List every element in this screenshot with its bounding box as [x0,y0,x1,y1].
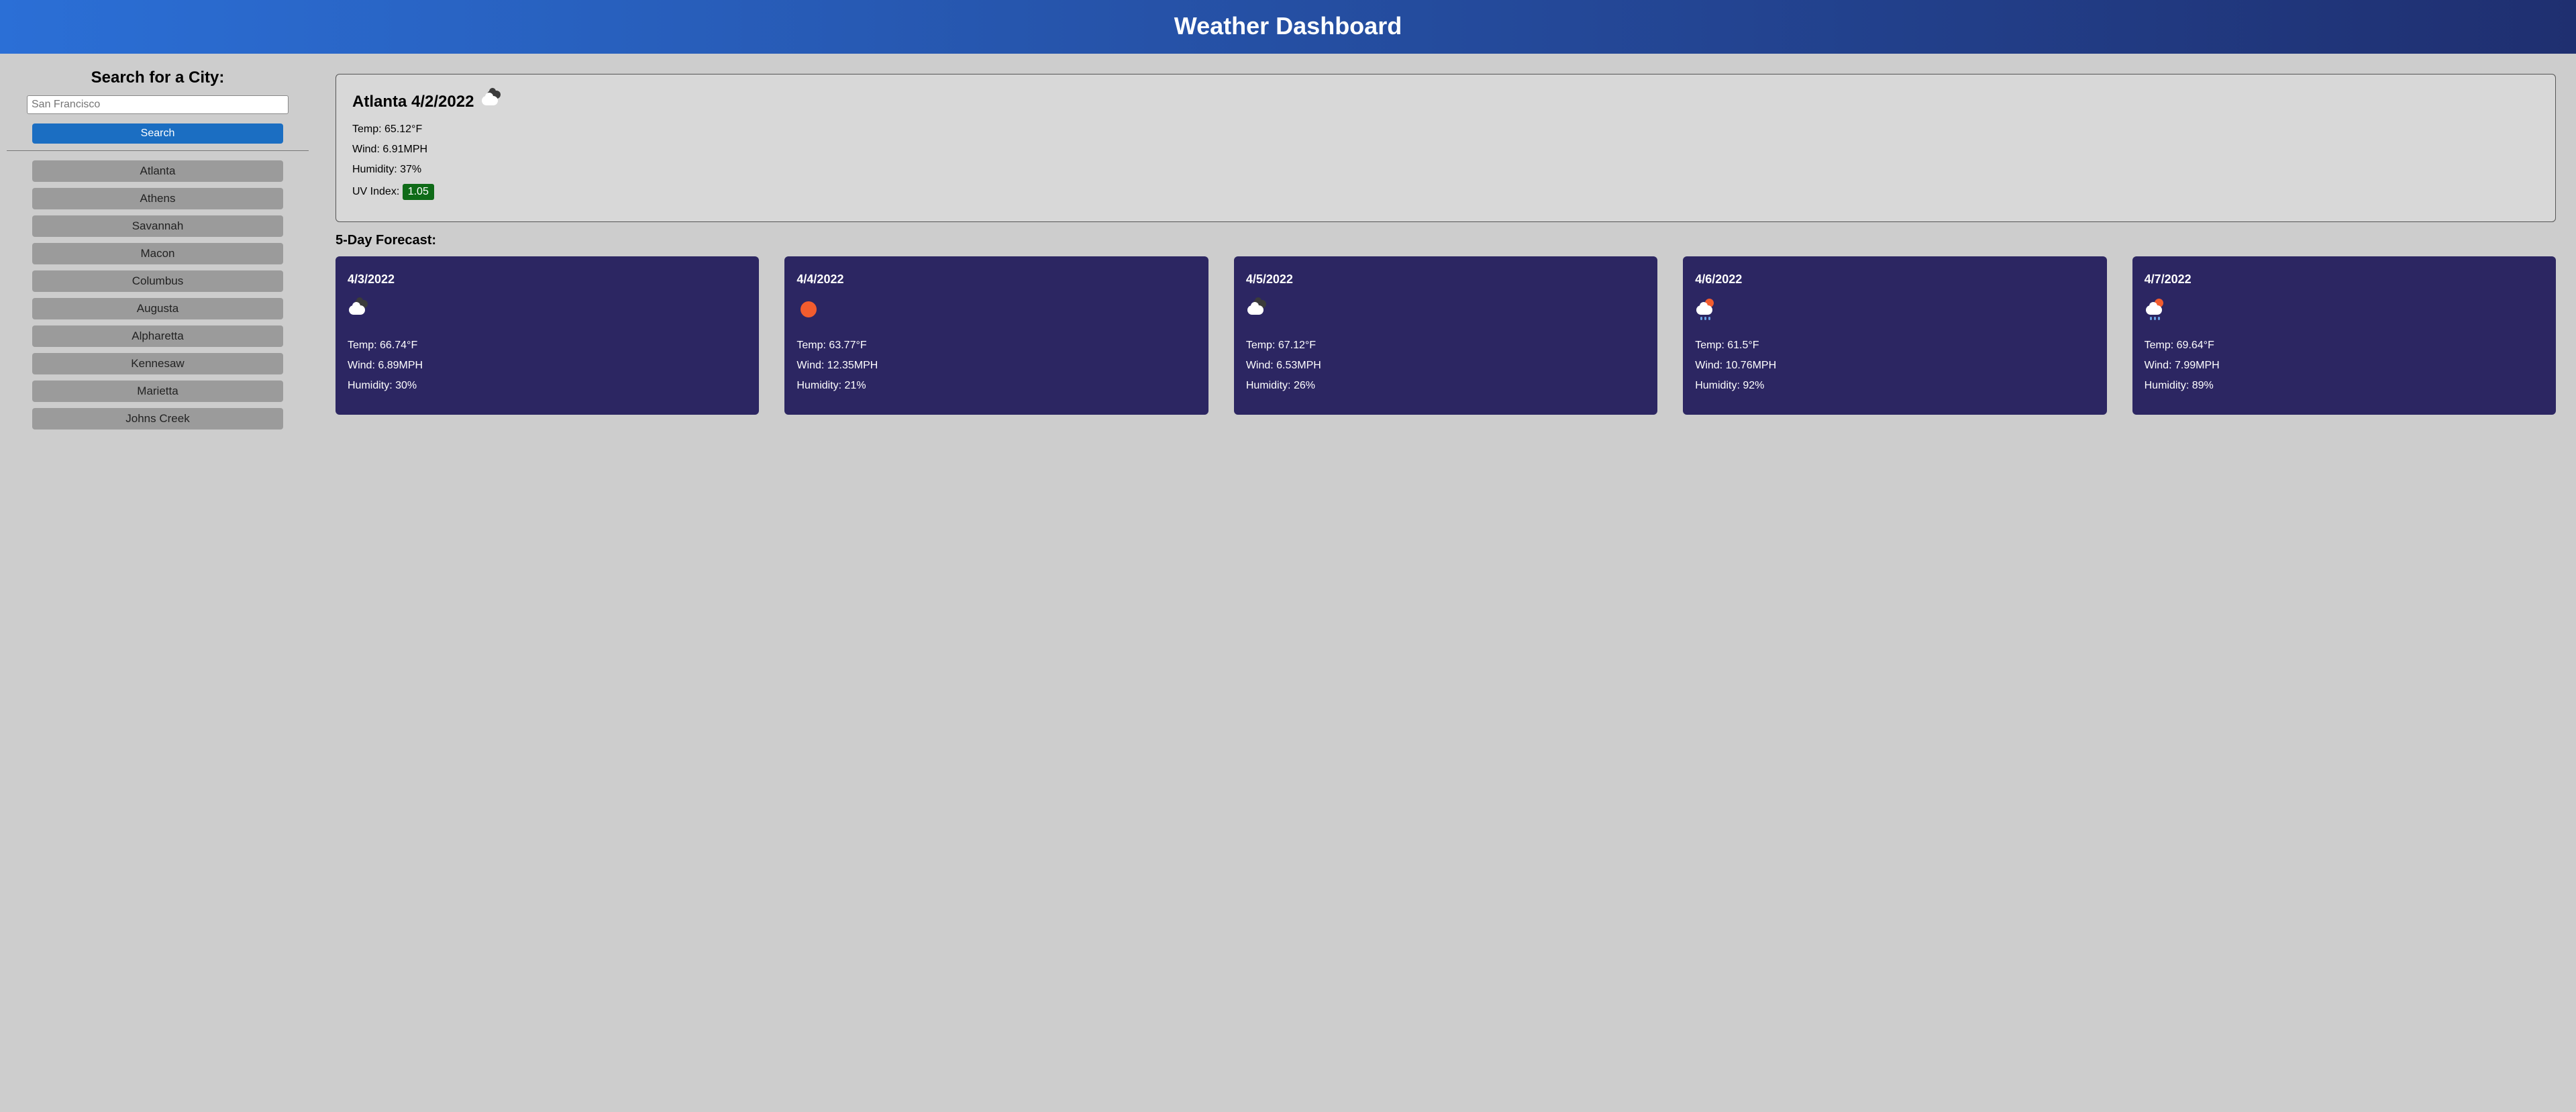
history-item[interactable]: Johns Creek [32,408,283,429]
history-item[interactable]: Augusta [32,298,283,319]
sidebar-divider [7,150,309,151]
forecast-weather-icon [2145,299,2544,322]
history-item[interactable]: Savannah [32,215,283,237]
forecast-humidity: Humidity: 92% [1695,380,2094,392]
current-weather-icon [480,89,505,114]
forecast-humidity: Humidity: 89% [2145,380,2544,392]
sidebar: Search for a City: Search Atlanta Athens S… [0,68,315,436]
history-item[interactable]: Marietta [32,381,283,402]
forecast-temp: Temp: 67.12°F [1246,340,1645,352]
history-item[interactable]: Kennesaw [32,353,283,374]
history-item[interactable]: Atlanta [32,160,283,182]
forecast-card: 4/7/2022 Temp: 69.64°F Wind: 7.99MPH Humidi… [2132,256,2556,415]
uv-index-badge: 1.05 [403,184,434,200]
current-uv-label: UV Index: [352,186,403,197]
current-temp: Temp: 65.12°F [352,123,2539,136]
forecast-card: 4/3/2022 Temp: 66.74°F Wind: 6.89MPH Humidi… [336,256,759,415]
forecast-heading: 5-Day Forecast: [336,233,2556,248]
search-heading: Search for a City: [27,68,289,87]
forecast-date: 4/6/2022 [1695,272,2094,287]
forecast-row: 4/3/2022 Temp: 66.74°F Wind: 6.89MPH Humidi… [336,256,2556,415]
current-uv-row: UV Index: 1.05 [352,184,2539,200]
forecast-temp: Temp: 69.64°F [2145,340,2544,352]
forecast-temp: Temp: 63.77°F [796,340,1196,352]
forecast-humidity: Humidity: 21% [796,380,1196,392]
search-button[interactable]: Search [32,123,283,144]
city-search-input[interactable] [27,95,289,114]
forecast-date: 4/5/2022 [1246,272,1645,287]
forecast-date: 4/4/2022 [796,272,1196,287]
main-panel: Atlanta 4/2/2022 Temp: 65.12°F Wind: 6.9… [315,68,2576,436]
forecast-card: 4/6/2022 Temp: 61.5°F Wind: 10.76MPH Humidi… [1683,256,2106,415]
app-title: Weather Dashboard [0,12,2576,40]
forecast-weather-icon [796,299,1196,322]
main-container: Search for a City: Search Atlanta Athens S… [0,54,2576,436]
forecast-wind: Wind: 6.53MPH [1246,360,1645,372]
forecast-card: 4/5/2022 Temp: 67.12°F Wind: 6.53MPH Humidi… [1234,256,1657,415]
forecast-temp: Temp: 66.74°F [348,340,747,352]
forecast-temp: Temp: 61.5°F [1695,340,2094,352]
history-item[interactable]: Athens [32,188,283,209]
forecast-date: 4/3/2022 [348,272,747,287]
forecast-date: 4/7/2022 [2145,272,2544,287]
current-wind: Wind: 6.91MPH [352,144,2539,156]
current-city-date: Atlanta 4/2/2022 [352,93,474,111]
forecast-humidity: Humidity: 30% [348,380,747,392]
forecast-wind: Wind: 12.35MPH [796,360,1196,372]
current-title-row: Atlanta 4/2/2022 [352,89,2539,114]
search-history: Atlanta Athens Savannah Macon Columbus August… [27,160,289,429]
forecast-wind: Wind: 10.76MPH [1695,360,2094,372]
history-item[interactable]: Columbus [32,270,283,292]
history-item[interactable]: Macon [32,243,283,264]
forecast-weather-icon [1246,299,1645,322]
app-header: Weather Dashboard [0,0,2576,54]
forecast-humidity: Humidity: 26% [1246,380,1645,392]
history-item[interactable]: Alpharetta [32,325,283,347]
forecast-wind: Wind: 7.99MPH [2145,360,2544,372]
forecast-weather-icon [1695,299,2094,322]
forecast-wind: Wind: 6.89MPH [348,360,747,372]
current-weather-card: Atlanta 4/2/2022 Temp: 65.12°F Wind: 6.9… [336,74,2556,222]
forecast-card: 4/4/2022 Temp: 63.77°F Wind: 12.35MPH Humid… [784,256,1208,415]
forecast-weather-icon [348,299,747,322]
current-humidity: Humidity: 37% [352,164,2539,176]
